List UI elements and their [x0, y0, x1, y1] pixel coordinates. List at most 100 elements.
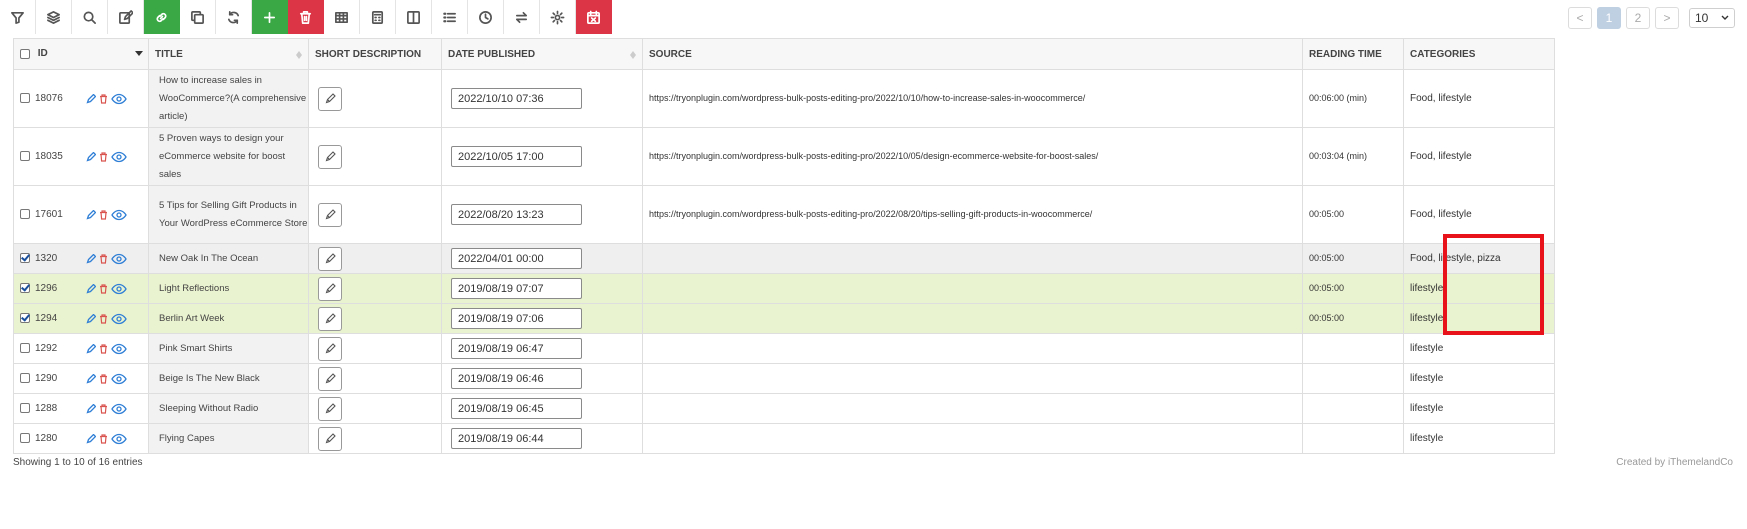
title-cell[interactable]: Sleeping Without Radio: [148, 393, 309, 424]
edit-description-button[interactable]: [318, 246, 342, 271]
date-published-input[interactable]: 2022/10/05 17:00: [451, 146, 582, 167]
pencil-icon[interactable]: [86, 403, 96, 414]
pencil-icon[interactable]: [86, 151, 96, 162]
row-checkbox[interactable]: [20, 373, 30, 384]
categories-cell[interactable]: lifestyle: [1403, 363, 1555, 394]
swap-button[interactable]: [504, 0, 540, 34]
title-cell[interactable]: How to increase sales in WooCommerce?(A …: [148, 69, 309, 128]
pencil-icon[interactable]: [86, 283, 96, 294]
row-checkbox[interactable]: [20, 253, 30, 264]
trash-icon[interactable]: [99, 403, 108, 414]
row-checkbox[interactable]: [20, 313, 30, 324]
trash-icon[interactable]: [99, 373, 108, 384]
calendar-remove-button[interactable]: [576, 0, 612, 34]
date-published-input[interactable]: 2022/10/10 07:36: [451, 88, 582, 109]
edit-description-button[interactable]: [318, 306, 342, 331]
source-cell[interactable]: [642, 423, 1303, 454]
eye-icon[interactable]: [111, 433, 127, 445]
date-published-input[interactable]: 2019/08/19 06:47: [451, 338, 582, 359]
reading-time-cell[interactable]: 00:05:00: [1302, 303, 1404, 334]
categories-cell[interactable]: lifestyle: [1403, 393, 1555, 424]
eye-icon[interactable]: [111, 313, 127, 325]
source-cell[interactable]: [642, 363, 1303, 394]
eye-icon[interactable]: [111, 403, 127, 415]
eye-icon[interactable]: [111, 151, 127, 163]
trash-icon[interactable]: [99, 433, 108, 444]
title-cell[interactable]: Pink Smart Shirts: [148, 333, 309, 364]
reading-time-cell[interactable]: 00:05:00: [1302, 243, 1404, 274]
add-new-button[interactable]: [252, 0, 288, 34]
reading-time-cell[interactable]: 00:05:00: [1302, 273, 1404, 304]
pencil-icon[interactable]: [86, 209, 96, 220]
columns-button[interactable]: [396, 0, 432, 34]
date-published-input[interactable]: 2019/08/19 06:45: [451, 398, 582, 419]
pencil-icon[interactable]: [86, 313, 96, 324]
date-published-input[interactable]: 2022/08/20 13:23: [451, 204, 582, 225]
reading-time-cell[interactable]: 00:03:04 (min): [1302, 127, 1404, 186]
eye-icon[interactable]: [111, 93, 127, 105]
source-cell[interactable]: [642, 333, 1303, 364]
categories-cell[interactable]: Food, lifestyle: [1403, 127, 1555, 186]
row-checkbox[interactable]: [20, 433, 30, 444]
trash-icon[interactable]: [99, 151, 108, 162]
search-button[interactable]: [72, 0, 108, 34]
edit-button[interactable]: [108, 0, 144, 34]
categories-cell[interactable]: Food, lifestyle: [1403, 69, 1555, 128]
edit-description-button[interactable]: [318, 86, 342, 111]
trash-icon[interactable]: [99, 283, 108, 294]
edit-description-button[interactable]: [318, 336, 342, 361]
eye-icon[interactable]: [111, 373, 127, 385]
page-1-button[interactable]: 1: [1597, 7, 1621, 29]
trash-icon[interactable]: [99, 209, 108, 220]
trash-icon[interactable]: [99, 93, 108, 104]
calculator-button[interactable]: [360, 0, 396, 34]
title-cell[interactable]: 5 Tips for Selling Gift Products in Your…: [148, 185, 309, 244]
trash-icon[interactable]: [99, 313, 108, 324]
date-published-input[interactable]: 2019/08/19 06:46: [451, 368, 582, 389]
edit-description-button[interactable]: [318, 202, 342, 227]
reading-time-cell[interactable]: 00:05:00: [1302, 185, 1404, 244]
reload-button[interactable]: [216, 0, 252, 34]
categories-cell[interactable]: lifestyle: [1403, 273, 1555, 304]
pencil-icon[interactable]: [86, 433, 96, 444]
column-manager-button[interactable]: [324, 0, 360, 34]
pencil-icon[interactable]: [86, 253, 96, 264]
reading-time-cell[interactable]: [1302, 363, 1404, 394]
prev-page-button[interactable]: <: [1568, 7, 1592, 29]
edit-description-button[interactable]: [318, 144, 342, 169]
source-cell[interactable]: [642, 243, 1303, 274]
reading-time-cell[interactable]: [1302, 333, 1404, 364]
title-cell[interactable]: Beige Is The New Black: [148, 363, 309, 394]
filter-button[interactable]: [0, 0, 36, 34]
row-checkbox[interactable]: [20, 343, 30, 354]
pencil-icon[interactable]: [86, 373, 96, 384]
row-checkbox[interactable]: [20, 151, 30, 162]
row-checkbox[interactable]: [20, 403, 30, 414]
list-button[interactable]: [432, 0, 468, 34]
edit-description-button[interactable]: [318, 276, 342, 301]
eye-icon[interactable]: [111, 343, 127, 355]
select-all-checkbox[interactable]: [20, 48, 30, 59]
row-checkbox[interactable]: [20, 209, 30, 220]
eye-icon[interactable]: [111, 209, 127, 221]
header-date-published[interactable]: DATE PUBLISHED: [441, 38, 643, 70]
source-cell[interactable]: https://tryonplugin.com/wordpress-bulk-p…: [642, 127, 1303, 186]
source-cell[interactable]: https://tryonplugin.com/wordpress-bulk-p…: [642, 69, 1303, 128]
delete-button[interactable]: [288, 0, 324, 34]
title-cell[interactable]: Light Reflections: [148, 273, 309, 304]
reading-time-cell[interactable]: 00:06:00 (min): [1302, 69, 1404, 128]
date-published-input[interactable]: 2019/08/19 07:06: [451, 308, 582, 329]
categories-cell[interactable]: lifestyle: [1403, 423, 1555, 454]
header-title[interactable]: TITLE: [148, 38, 309, 70]
trash-icon[interactable]: [99, 253, 108, 264]
reading-time-cell[interactable]: [1302, 393, 1404, 424]
per-page-select[interactable]: 10: [1689, 8, 1735, 28]
title-cell[interactable]: Berlin Art Week: [148, 303, 309, 334]
date-published-input[interactable]: 2019/08/19 06:44: [451, 428, 582, 449]
page-2-button[interactable]: 2: [1626, 7, 1650, 29]
link-button[interactable]: [144, 0, 180, 34]
row-checkbox[interactable]: [20, 93, 30, 104]
title-cell[interactable]: 5 Proven ways to design your eCommerce w…: [148, 127, 309, 186]
source-cell[interactable]: [642, 393, 1303, 424]
edit-description-button[interactable]: [318, 396, 342, 421]
